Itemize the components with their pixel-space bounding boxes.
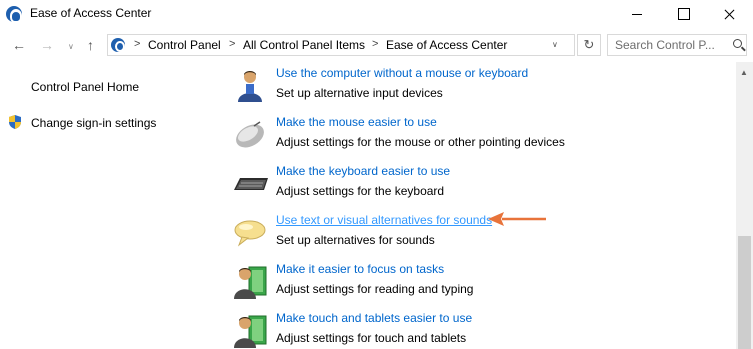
- task-description: Adjust settings for the mouse or other p…: [276, 135, 565, 149]
- task-link[interactable]: Make the keyboard easier to use: [276, 164, 450, 178]
- task-item-keyboard: Make the keyboard easier to use Adjust s…: [232, 164, 702, 212]
- breadcrumb-separator-icon[interactable]: >: [229, 38, 235, 50]
- keyboard-icon: [234, 178, 268, 190]
- search-icon[interactable]: [733, 39, 742, 48]
- task-item-mouse: Make the mouse easier to use Adjust sett…: [232, 115, 702, 163]
- breadcrumb-all-items[interactable]: All Control Panel Items: [243, 38, 365, 52]
- breadcrumb-ease-of-access[interactable]: Ease of Access Center: [386, 38, 507, 52]
- task-description: Adjust settings for reading and typing: [276, 282, 474, 296]
- close-button[interactable]: [706, 0, 752, 28]
- annotation-arrow-icon: [488, 212, 546, 226]
- task-item-sound-alternatives: Use text or visual alternatives for soun…: [232, 213, 702, 261]
- mouse-icon: [236, 121, 264, 148]
- window-title: Ease of Access Center: [30, 6, 152, 20]
- task-description: Set up alternative input devices: [276, 86, 443, 100]
- sidebar-item-change-sign-in[interactable]: Change sign-in settings: [31, 116, 156, 130]
- control-panel-icon: [111, 38, 125, 52]
- breadcrumb-separator-icon[interactable]: >: [372, 38, 378, 50]
- task-link[interactable]: Make the mouse easier to use: [276, 115, 437, 129]
- sidebar-item-control-panel-home[interactable]: Control Panel Home: [31, 80, 139, 94]
- focus-person-icon: [234, 266, 267, 299]
- address-dropdown-chevron-icon[interactable]: ∨: [552, 40, 558, 49]
- address-bar[interactable]: > Control Panel > All Control Panel Item…: [107, 34, 575, 56]
- task-item-touch-tablets: Make touch and tablets easier to use Adj…: [232, 311, 702, 349]
- maximize-button[interactable]: [660, 0, 706, 28]
- navigation-bar: ← → ∨ ↑ > Control Panel > All Control Pa…: [0, 29, 753, 62]
- refresh-button[interactable]: ↻: [577, 34, 601, 56]
- minimize-button[interactable]: [614, 0, 660, 28]
- task-link[interactable]: Use text or visual alternatives for soun…: [276, 213, 492, 227]
- task-item-no-mouse-keyboard: Use the computer without a mouse or keyb…: [232, 66, 702, 114]
- ease-of-access-icon: [6, 6, 22, 23]
- search-placeholder: Search Control P...: [615, 38, 715, 52]
- shield-icon: [9, 115, 21, 129]
- speech-bubble-icon: [234, 220, 266, 247]
- forward-arrow-icon[interactable]: →: [40, 38, 54, 52]
- scrollbar-thumb[interactable]: [738, 236, 751, 349]
- recent-locations-chevron-icon[interactable]: ∨: [68, 40, 74, 54]
- title-bar: Ease of Access Center: [0, 0, 753, 28]
- task-description: Adjust settings for the keyboard: [276, 184, 445, 198]
- task-item-focus: Make it easier to focus on tasks Adjust …: [232, 262, 702, 310]
- breadcrumb-control-panel[interactable]: Control Panel: [148, 38, 221, 52]
- task-link[interactable]: Make touch and tablets easier to use: [276, 311, 472, 325]
- breadcrumb-separator-icon[interactable]: >: [134, 38, 140, 50]
- search-input[interactable]: Search Control P...: [607, 34, 747, 56]
- scroll-up-arrow-icon[interactable]: ▲: [740, 68, 748, 77]
- task-description: Set up alternatives for sounds: [276, 233, 435, 247]
- touch-person-icon: [234, 315, 267, 348]
- vertical-scrollbar[interactable]: ▲: [736, 62, 753, 349]
- task-link[interactable]: Use the computer without a mouse or keyb…: [276, 66, 528, 80]
- back-arrow-icon[interactable]: ←: [12, 38, 26, 52]
- up-arrow-icon[interactable]: ↑: [87, 38, 94, 52]
- task-link[interactable]: Make it easier to focus on tasks: [276, 262, 444, 276]
- person-icon: [238, 71, 262, 102]
- task-description: Adjust settings for touch and tablets: [276, 331, 467, 345]
